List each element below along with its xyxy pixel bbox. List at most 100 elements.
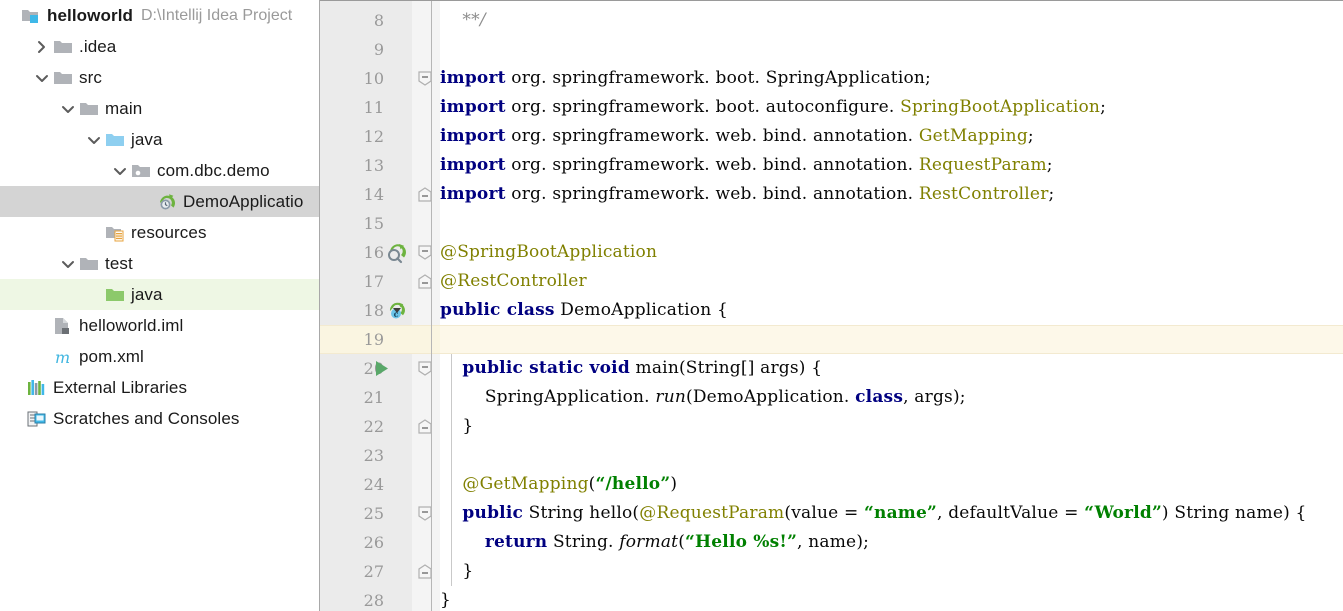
tree-item-helloworld-iml[interactable]: helloworld.iml xyxy=(0,310,319,341)
code-line[interactable]: @SpringBootApplication xyxy=(440,238,657,267)
tree-item-label: DemoApplicatio xyxy=(183,191,304,211)
code-token: “name” xyxy=(864,503,937,523)
code-line[interactable]: public String hello(@RequestParam(value … xyxy=(440,499,1307,528)
code-line[interactable]: SpringApplication. run(DemoApplication. … xyxy=(440,383,966,412)
tree-item-main[interactable]: main xyxy=(0,93,319,124)
code-token: ; xyxy=(1100,97,1106,117)
run-method-gutter-icon[interactable] xyxy=(372,354,392,383)
tree-item-label: resources xyxy=(131,222,207,242)
code-line[interactable]: import org. springframework. web. bind. … xyxy=(440,180,1054,209)
gutter-dropdown-caret-icon[interactable] xyxy=(392,306,402,316)
code-token: ) String name) { xyxy=(1161,503,1307,523)
line-number: 19 xyxy=(363,330,384,349)
code-token: ) xyxy=(670,474,678,494)
code-token: import xyxy=(440,184,506,204)
code-line[interactable]: public static void main(String[] args) { xyxy=(440,354,822,383)
caret-line-highlight xyxy=(440,325,1343,354)
project-tree[interactable]: helloworld D:\Intellij Idea Project .idea s… xyxy=(0,0,319,434)
line-number: 9 xyxy=(373,40,384,59)
code-token: SpringApplication. xyxy=(440,387,656,407)
project-module-folder-icon xyxy=(20,0,42,31)
tree-item-idea[interactable]: .idea xyxy=(0,31,319,62)
folder-icon xyxy=(52,31,74,62)
code-token: class xyxy=(855,387,904,407)
code-line[interactable]: import org. springframework. boot. Sprin… xyxy=(440,64,931,93)
code-token: GetMapping xyxy=(918,126,1028,146)
tree-twisty-collapsed[interactable] xyxy=(32,31,52,62)
spring-bean-gutter-icon[interactable] xyxy=(386,238,408,267)
tree-item-label: test xyxy=(105,253,133,273)
tree-twisty-expanded[interactable] xyxy=(32,62,52,93)
editor-fold-strip[interactable] xyxy=(412,1,440,611)
iml-module-file-icon xyxy=(52,310,74,341)
tree-item-java[interactable]: java xyxy=(0,279,319,310)
line-number: 18 xyxy=(363,301,384,320)
tree-twisty-expanded[interactable] xyxy=(58,93,78,124)
code-line[interactable]: return String. format(“Hello %s!”, name)… xyxy=(440,528,869,557)
tree-item-external-libraries[interactable]: External Libraries xyxy=(0,372,319,403)
tree-item-label: main xyxy=(105,98,143,118)
code-line[interactable]: @GetMapping(“/hello”) xyxy=(440,470,677,499)
code-line[interactable]: @RestController xyxy=(440,267,587,296)
code-token: , name); xyxy=(797,532,870,552)
code-token: @RestController xyxy=(440,271,587,291)
code-token: } xyxy=(440,416,474,436)
line-number: 10 xyxy=(363,69,384,88)
tree-item-label: com.dbc.demo xyxy=(157,160,270,180)
code-token: } xyxy=(440,561,474,581)
line-number: 15 xyxy=(363,214,384,233)
code-token: String hello( xyxy=(523,503,640,523)
line-number: 25 xyxy=(363,504,384,523)
project-root-row[interactable]: helloworld D:\Intellij Idea Project xyxy=(0,0,319,31)
code-line[interactable]: import org. springframework. boot. autoc… xyxy=(440,93,1106,122)
tree-item-resources[interactable]: resources xyxy=(0,217,319,248)
code-token: public xyxy=(462,503,524,523)
line-number: 8 xyxy=(373,11,384,30)
tree-item-test[interactable]: test xyxy=(0,248,319,279)
code-line[interactable]: **/ xyxy=(440,6,486,35)
tree-twisty-spacer xyxy=(32,310,52,341)
code-line[interactable]: } xyxy=(440,412,473,441)
tree-item-src[interactable]: src xyxy=(0,62,319,93)
code-token: run xyxy=(655,387,687,407)
editor-code-area[interactable]: **/ import org. springframework. boot. Sp… xyxy=(440,1,1343,611)
code-token: org. springframework. web. bind. annotat… xyxy=(505,155,919,175)
tree-item-label: External Libraries xyxy=(53,377,188,397)
code-token: org. springframework. boot. SpringApplic… xyxy=(505,68,931,88)
code-line[interactable]: } xyxy=(440,586,451,611)
code-line[interactable]: public class DemoApplication { xyxy=(440,296,728,325)
tree-item-label: java xyxy=(131,129,163,149)
code-token: @RequestParam xyxy=(639,503,785,523)
tree-item-java[interactable]: java xyxy=(0,124,319,155)
code-editor[interactable]: 8 9 10 11 12 13 14 15 16 17 18 c 19 20 21 22 23 24 25 26 27 2… xyxy=(320,0,1343,611)
test-source-folder-icon xyxy=(104,279,126,310)
project-path: D:\Intellij Idea Project xyxy=(141,6,293,24)
tree-twisty-expanded[interactable] xyxy=(58,248,78,279)
code-token: public static void xyxy=(462,358,630,378)
code-line[interactable]: import org. springframework. web. bind. … xyxy=(440,151,1053,180)
code-token: , args); xyxy=(903,387,966,407)
tree-twisty-expanded[interactable] xyxy=(84,124,104,155)
code-token: DemoApplication { xyxy=(554,300,728,320)
source-root-folder-icon xyxy=(104,124,126,155)
tree-item-label: src xyxy=(79,67,102,87)
tree-item-scratches-and-consoles[interactable]: Scratches and Consoles xyxy=(0,403,319,434)
tree-twisty-spacer xyxy=(84,217,104,248)
code-line[interactable]: import org. springframework. web. bind. … xyxy=(440,122,1034,151)
line-number: 26 xyxy=(363,533,384,552)
project-name: helloworld xyxy=(47,5,133,25)
line-number: 14 xyxy=(363,185,384,204)
editor-gutter[interactable]: 8 9 10 11 12 13 14 15 16 17 18 c 19 20 21 22 23 24 25 26 27 2… xyxy=(320,1,428,611)
spring-boot-class-icon xyxy=(156,186,178,217)
tree-item-com-dbc-demo[interactable]: com.dbc.demo xyxy=(0,155,319,186)
tree-twisty-spacer xyxy=(136,186,156,217)
code-line[interactable]: } xyxy=(440,557,473,586)
code-token: “/hello” xyxy=(595,474,671,494)
tree-twisty-expanded[interactable] xyxy=(110,155,130,186)
line-number: 24 xyxy=(363,475,384,494)
tree-item-pom-xml[interactable]: m pom.xml xyxy=(0,341,319,372)
tree-item-demoapplicatio[interactable]: DemoApplicatio xyxy=(0,186,319,217)
project-tool-window[interactable]: helloworld D:\Intellij Idea Project .idea s… xyxy=(0,0,320,611)
